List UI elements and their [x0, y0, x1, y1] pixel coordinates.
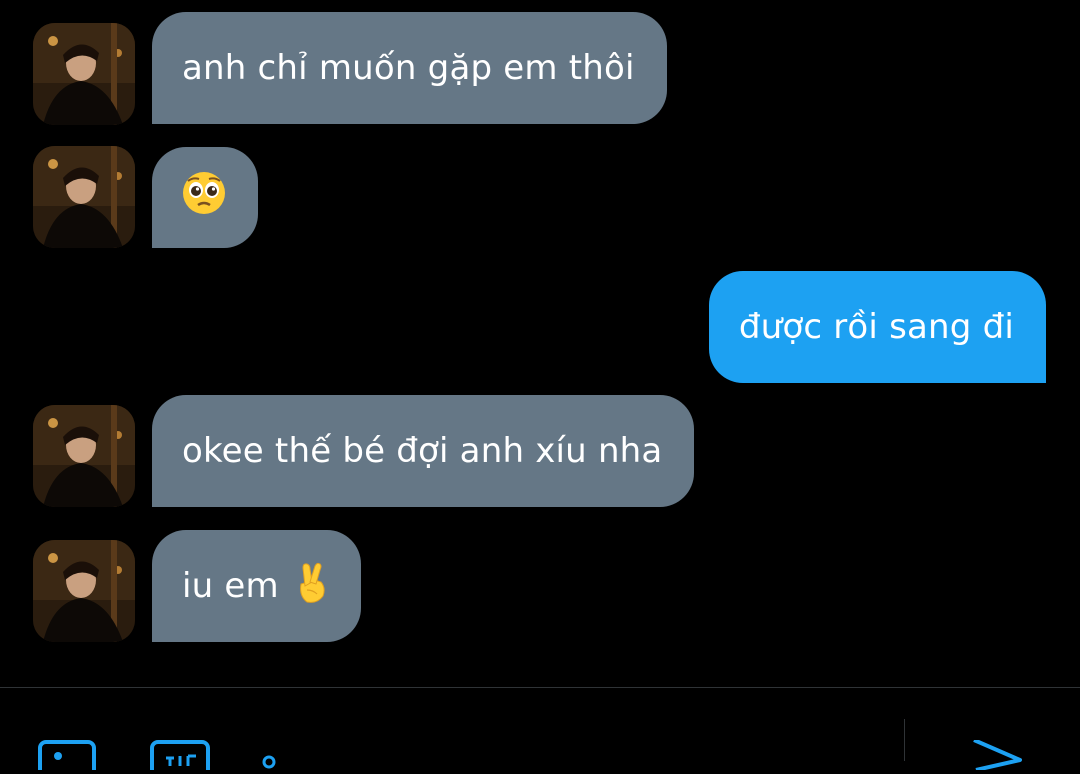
contact-avatar[interactable] — [33, 146, 135, 248]
message-text: okee thế bé đợi anh xíu nha — [182, 431, 663, 471]
message-bubble-incoming[interactable]: anh chỉ muốn gặp em thôi — [152, 12, 667, 124]
gif-icon[interactable] — [150, 740, 210, 774]
contact-avatar[interactable] — [33, 23, 135, 125]
message-bubble-incoming[interactable] — [152, 147, 258, 248]
send-icon[interactable] — [972, 738, 1022, 774]
hand-with-index-finger-and-thumb-crossed-emoji — [293, 560, 329, 613]
message-text: được rồi sang đi — [738, 307, 1014, 347]
pleading-face-emoji — [182, 171, 226, 224]
image-icon[interactable] — [38, 740, 96, 774]
message-bubble-outgoing[interactable]: được rồi sang đi — [708, 271, 1046, 383]
message-text: iu em — [182, 566, 279, 606]
contact-avatar[interactable] — [33, 405, 135, 507]
send-divider — [904, 719, 905, 761]
message-text: anh chỉ muốn gặp em thôi — [182, 48, 635, 88]
emoji-icon[interactable] — [262, 740, 276, 774]
message-bubble-incoming[interactable]: okee thế bé đợi anh xíu nha — [152, 395, 695, 507]
contact-avatar[interactable] — [33, 540, 135, 642]
composer-divider — [0, 687, 1080, 688]
message-bubble-incoming[interactable]: iu em — [152, 530, 361, 642]
